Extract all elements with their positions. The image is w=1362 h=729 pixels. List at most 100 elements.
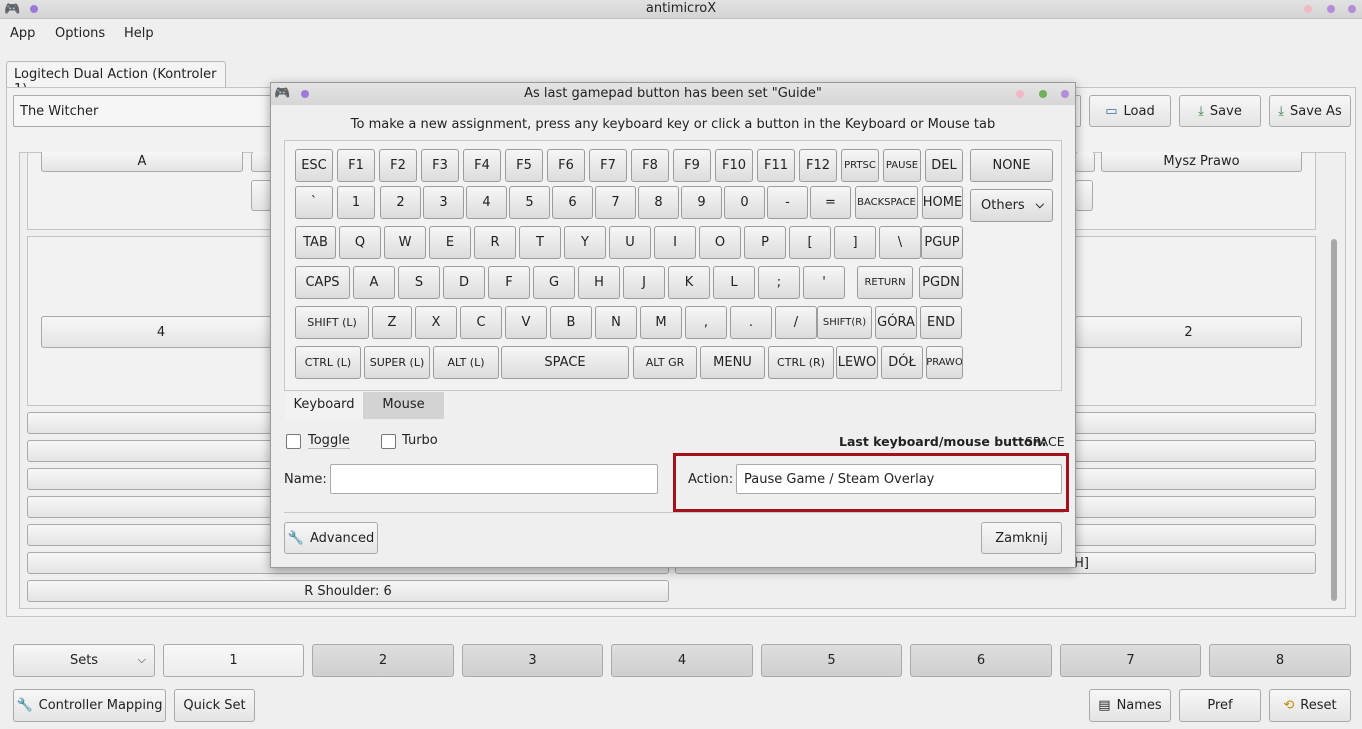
key-symbol-1-11[interactable]: - — [767, 186, 808, 219]
key-alt-gr[interactable]: ALT GR — [633, 346, 697, 379]
key-v[interactable]: V — [505, 306, 547, 339]
key-s[interactable]: S — [398, 266, 440, 299]
key-h[interactable]: H — [578, 266, 620, 299]
key-esc[interactable]: ESC — [295, 149, 333, 182]
key-n[interactable]: N — [595, 306, 637, 339]
load-button[interactable]: ▭ Load — [1089, 95, 1171, 127]
button-mysz-prawo[interactable]: Mysz Prawo — [1101, 152, 1302, 172]
key-a[interactable]: A — [353, 266, 395, 299]
save-button[interactable]: ⤓ Save — [1179, 95, 1261, 127]
key-pgdn[interactable]: PGDN — [919, 266, 963, 299]
key-symbol-3-10[interactable]: ; — [758, 266, 800, 299]
key-m[interactable]: M — [640, 306, 682, 339]
key-k[interactable]: K — [668, 266, 710, 299]
key-alt-l[interactable]: ALT (L) — [433, 346, 499, 379]
window-close-dot[interactable] — [1348, 5, 1356, 13]
key-del[interactable]: DEL — [925, 149, 963, 182]
button-a[interactable]: A — [41, 152, 243, 172]
key-d[interactable]: D — [443, 266, 485, 299]
key-prtsc[interactable]: PRTSC — [841, 149, 879, 182]
key-ctrl-r[interactable]: CTRL (R) — [768, 346, 834, 379]
names-button[interactable]: ▤ Names — [1089, 689, 1171, 722]
key-q[interactable]: Q — [339, 226, 381, 259]
key-u[interactable]: U — [609, 226, 651, 259]
key-symbol-1-12[interactable]: = — [810, 186, 851, 219]
key-symbol-4-8[interactable]: , — [685, 306, 727, 339]
pref-button[interactable]: Pref — [1179, 689, 1261, 722]
key-g[interactable]: G — [533, 266, 575, 299]
key-shift-r[interactable]: SHIFT(R) — [817, 306, 872, 339]
key-end[interactable]: END — [920, 306, 962, 339]
menu-app[interactable]: App — [10, 26, 35, 41]
tab-mouse[interactable]: Mouse — [363, 392, 444, 419]
key-f4[interactable]: F4 — [463, 149, 501, 182]
key-6[interactable]: 6 — [552, 186, 593, 219]
set-button-3[interactable]: 3 — [462, 644, 603, 677]
key-4[interactable]: 4 — [466, 186, 507, 219]
dialog-menu-dot[interactable] — [301, 90, 309, 98]
key-return[interactable]: RETURN — [857, 266, 913, 299]
key-l[interactable]: L — [713, 266, 755, 299]
key-f9[interactable]: F9 — [673, 149, 711, 182]
key-tab[interactable]: TAB — [295, 226, 336, 259]
menu-help[interactable]: Help — [124, 26, 154, 41]
button-hidden-4[interactable] — [1075, 180, 1093, 211]
key-super-l[interactable]: SUPER (L) — [364, 346, 430, 379]
advanced-button[interactable]: 🔧 Advanced — [284, 522, 378, 554]
key-f11[interactable]: F11 — [757, 149, 795, 182]
key-f3[interactable]: F3 — [421, 149, 459, 182]
quick-set-button[interactable]: Quick Set — [174, 689, 255, 722]
set-button-4[interactable]: 4 — [611, 644, 753, 677]
key-9[interactable]: 9 — [681, 186, 722, 219]
key-b[interactable]: B — [550, 306, 592, 339]
action-input[interactable]: Pause Game / Steam Overlay — [736, 464, 1062, 494]
key-symbol-3-11[interactable]: ' — [803, 266, 845, 299]
key-p[interactable]: P — [744, 226, 786, 259]
button-hidden-2[interactable] — [1075, 152, 1095, 172]
key-symbol-4-10[interactable]: / — [775, 306, 817, 339]
key-shift-l[interactable]: SHIFT (L) — [295, 306, 369, 339]
key-f10[interactable]: F10 — [715, 149, 753, 182]
key-3[interactable]: 3 — [423, 186, 464, 219]
key-f6[interactable]: F6 — [547, 149, 585, 182]
key-1[interactable]: 1 — [337, 186, 375, 219]
key-8[interactable]: 8 — [638, 186, 679, 219]
key-symbol-2-13[interactable]: \ — [879, 226, 921, 259]
set-button-5[interactable]: 5 — [761, 644, 902, 677]
dialog-minimize-dot[interactable] — [1016, 90, 1024, 98]
set-button-1[interactable]: 1 — [163, 644, 304, 677]
key-ctrl-l[interactable]: CTRL (L) — [295, 346, 361, 379]
tab-keyboard[interactable]: Keyboard — [285, 392, 363, 419]
key-t[interactable]: T — [519, 226, 561, 259]
set-button-2[interactable]: 2 — [312, 644, 454, 677]
key-x[interactable]: X — [415, 306, 457, 339]
scrollbar-track[interactable] — [1326, 155, 1342, 605]
key-w[interactable]: W — [384, 226, 426, 259]
key-c[interactable]: C — [460, 306, 502, 339]
key-symbol-4-9[interactable]: . — [730, 306, 772, 339]
key-symbol-2-12[interactable]: ] — [834, 226, 876, 259]
profile-select[interactable]: The Witcher — [13, 95, 275, 127]
key-f12[interactable]: F12 — [799, 149, 837, 182]
key-pgup[interactable]: PGUP — [921, 226, 963, 259]
key-home[interactable]: HOME — [922, 186, 963, 219]
key-góra[interactable]: GÓRA — [875, 306, 917, 339]
key-menu[interactable]: MENU — [700, 346, 765, 379]
dialog-maximize-dot[interactable] — [1039, 90, 1047, 98]
key-pause[interactable]: PAUSE — [883, 149, 921, 182]
save-as-button[interactable]: ⤓ Save As — [1269, 95, 1351, 127]
key-7[interactable]: 7 — [595, 186, 636, 219]
sets-dropdown[interactable]: Sets ⌵ — [13, 644, 155, 677]
key-dół[interactable]: DÓŁ — [881, 346, 923, 379]
set-button-7[interactable]: 7 — [1060, 644, 1201, 677]
others-dropdown[interactable]: Others ⌵ — [970, 189, 1053, 222]
key-space[interactable]: SPACE — [501, 346, 629, 379]
key-lewo[interactable]: LEWO — [836, 346, 878, 379]
key-backspace[interactable]: BACKSPACE — [855, 186, 918, 219]
key-f5[interactable]: F5 — [505, 149, 543, 182]
key-0[interactable]: 0 — [724, 186, 765, 219]
key-o[interactable]: O — [699, 226, 741, 259]
r-shoulder-button[interactable]: R Shoulder: 6 — [27, 580, 669, 602]
key-2[interactable]: 2 — [380, 186, 421, 219]
key-caps[interactable]: CAPS — [295, 266, 350, 299]
